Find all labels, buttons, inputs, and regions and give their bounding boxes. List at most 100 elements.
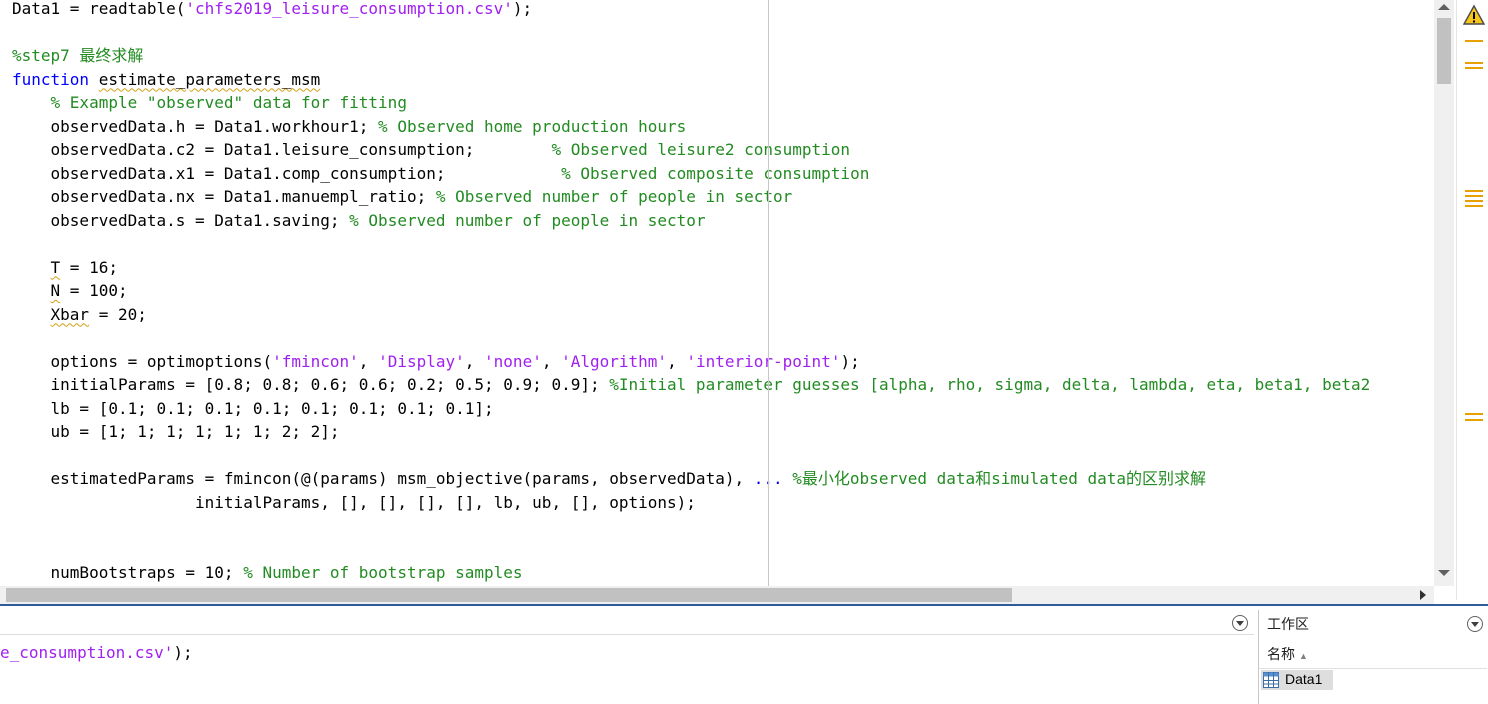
analyzer-marker[interactable] xyxy=(1465,200,1483,202)
horizontal-scroll-thumb[interactable] xyxy=(6,588,1012,602)
code-comment: %step7 最终求解 xyxy=(12,46,144,65)
code-string: 'fmincon' xyxy=(272,351,359,371)
warning-triangle-icon[interactable] xyxy=(1463,4,1485,26)
code-line[interactable]: observedData.x1 = Data1.comp_consumption… xyxy=(12,163,870,187)
command-window-actions-chevron-icon[interactable] xyxy=(1232,615,1248,631)
vertical-scroll-thumb[interactable] xyxy=(1437,18,1451,84)
code-token: observedData.s = Data1.saving; xyxy=(12,210,350,230)
analyzer-marker[interactable] xyxy=(1465,195,1483,197)
analyzer-marker[interactable] xyxy=(1465,40,1483,42)
code-token: options = optimoptions( xyxy=(12,351,273,371)
code-line[interactable]: observedData.c2 = Data1.leisure_consumpt… xyxy=(12,139,851,163)
command-window-text[interactable]: e_consumption.csv'); xyxy=(0,642,193,664)
scroll-up-arrow-icon[interactable] xyxy=(1438,4,1450,10)
code-line[interactable]: %step7 最终求解 xyxy=(12,45,143,69)
scroll-down-arrow-icon[interactable] xyxy=(1438,570,1450,576)
code-line[interactable]: lb = [0.1; 0.1; 0.1; 0.1; 0.1; 0.1; 0.1;… xyxy=(12,398,494,422)
workspace-panel: 工作区 名称 ▲ Data1 xyxy=(1258,610,1488,704)
code-line[interactable]: observedData.nx = Data1.manuempl_ratio; … xyxy=(12,186,793,210)
code-analyzer-bar xyxy=(1456,0,1488,600)
analyzer-marker[interactable] xyxy=(1465,413,1483,415)
analyzer-marker[interactable] xyxy=(1465,67,1483,69)
code-token: ub = [1; 1; 1; 1; 1; 1; 2; 2]; xyxy=(12,422,340,441)
variable-name: Data1 xyxy=(1285,671,1323,687)
analyzer-marker[interactable] xyxy=(1465,419,1483,421)
code-token: initialParams, [], [], [], [], lb, ub, [… xyxy=(12,492,696,512)
code-comment: % Observed composite consumption xyxy=(561,163,870,183)
code-token: , xyxy=(464,351,485,371)
code-token: initialParams = [0.8; 0.8; 0.6; 0.6; 0.2… xyxy=(12,375,610,394)
command-window-header xyxy=(0,606,1254,635)
code-comment: %最小化observed data和simulated data的区别求解 xyxy=(792,469,1207,488)
code-comment: % Observed number of people in sector xyxy=(435,187,793,206)
code-editor[interactable]: Data1 = readtable('chfs2019_leisure_cons… xyxy=(0,0,1434,586)
table-variable-icon xyxy=(1263,672,1279,688)
code-token: = 20; xyxy=(89,304,147,324)
code-token: = 100; xyxy=(60,281,128,300)
code-comment: % Observed number of people in sector xyxy=(349,210,706,230)
command-window[interactable]: e_consumption.csv'); xyxy=(0,606,1254,704)
workspace-actions-chevron-icon[interactable] xyxy=(1467,616,1483,632)
code-token: , xyxy=(358,351,379,371)
code-string: 'interior-point' xyxy=(686,351,841,371)
code-token: lb = [0.1; 0.1; 0.1; 0.1; 0.1; 0.1; 0.1;… xyxy=(12,398,494,418)
analyzer-marker[interactable] xyxy=(1465,62,1483,64)
code-token: T xyxy=(50,257,61,277)
code-line[interactable]: options = optimoptions('fmincon', 'Displ… xyxy=(12,351,860,375)
code-line[interactable]: % Example "observed" data for fitting xyxy=(12,92,407,116)
code-line[interactable]: ub = [1; 1; 1; 1; 1; 1; 2; 2]; xyxy=(12,421,340,445)
code-line[interactable]: Xbar = 20; xyxy=(12,304,147,328)
editor-horizontal-scrollbar[interactable] xyxy=(0,586,1434,604)
code-line[interactable]: T = 16; xyxy=(12,257,118,281)
right-margin-line xyxy=(768,0,769,586)
code-line[interactable]: numBootstraps = 10; % Number of bootstra… xyxy=(12,562,523,586)
code-token: , xyxy=(667,351,687,371)
code-token: = 16; xyxy=(60,257,118,277)
code-string: 'Algorithm' xyxy=(561,351,668,371)
code-token: Xbar xyxy=(50,304,90,324)
code-token: ); xyxy=(173,643,193,662)
code-token: estimatedParams = fmincon(@(params) msm_… xyxy=(12,469,754,488)
sort-ascending-icon: ▲ xyxy=(1299,651,1308,661)
code-token: estimate_parameters_msm xyxy=(98,69,321,89)
code-line[interactable]: Data1 = readtable('chfs2019_leisure_cons… xyxy=(12,0,532,22)
code-comment: %Initial parameter guesses [alpha, rho, … xyxy=(609,375,1371,394)
code-line[interactable]: function estimate_parameters_msm xyxy=(12,69,320,93)
code-keyword: function xyxy=(12,69,90,89)
analyzer-marker[interactable] xyxy=(1465,205,1483,207)
column-separator xyxy=(1259,668,1487,669)
code-token: observedData.h = Data1.workhour1; xyxy=(12,116,379,136)
code-line[interactable]: observedData.s = Data1.saving; % Observe… xyxy=(12,210,706,234)
editor-vertical-scrollbar[interactable] xyxy=(1434,0,1454,586)
analyzer-marker[interactable] xyxy=(1465,190,1483,192)
code-comment: % Example "observed" data for fitting xyxy=(50,93,407,112)
code-line[interactable]: observedData.h = Data1.workhour1; % Obse… xyxy=(12,116,687,140)
code-token: observedData.c2 = Data1.leisure_consumpt… xyxy=(12,140,552,159)
code-line[interactable]: initialParams, [], [], [], [], lb, ub, [… xyxy=(12,492,696,516)
code-token: , xyxy=(541,351,562,371)
code-token: ); xyxy=(840,351,860,371)
code-string: 'none' xyxy=(484,351,542,371)
code-string: 'Display' xyxy=(378,351,465,371)
code-line[interactable]: N = 100; xyxy=(12,280,128,304)
code-string: 'chfs2019_leisure_consumption.csv' xyxy=(185,0,513,18)
code-line[interactable]: estimatedParams = fmincon(@(params) msm_… xyxy=(12,468,1206,492)
code-token: observedData.nx = Data1.manuempl_ratio; xyxy=(12,187,436,206)
scroll-right-arrow-icon[interactable] xyxy=(1420,590,1426,600)
code-token: Data1 = readtable( xyxy=(12,0,186,18)
code-line[interactable]: initialParams = [0.8; 0.8; 0.6; 0.6; 0.2… xyxy=(12,374,1371,398)
code-comment: % Observed leisure2 consumption xyxy=(551,140,851,159)
code-string: e_consumption.csv' xyxy=(0,643,174,662)
code-token: observedData.x1 = Data1.comp_consumption… xyxy=(12,163,562,183)
workspace-title: 工作区 xyxy=(1267,616,1309,632)
workspace-column-name[interactable]: 名称 ▲ xyxy=(1267,644,1308,664)
column-name-label: 名称 xyxy=(1267,646,1295,662)
code-comment: % Number of bootstrap samples xyxy=(243,563,523,582)
workspace-variable-row[interactable]: Data1 xyxy=(1261,670,1333,690)
